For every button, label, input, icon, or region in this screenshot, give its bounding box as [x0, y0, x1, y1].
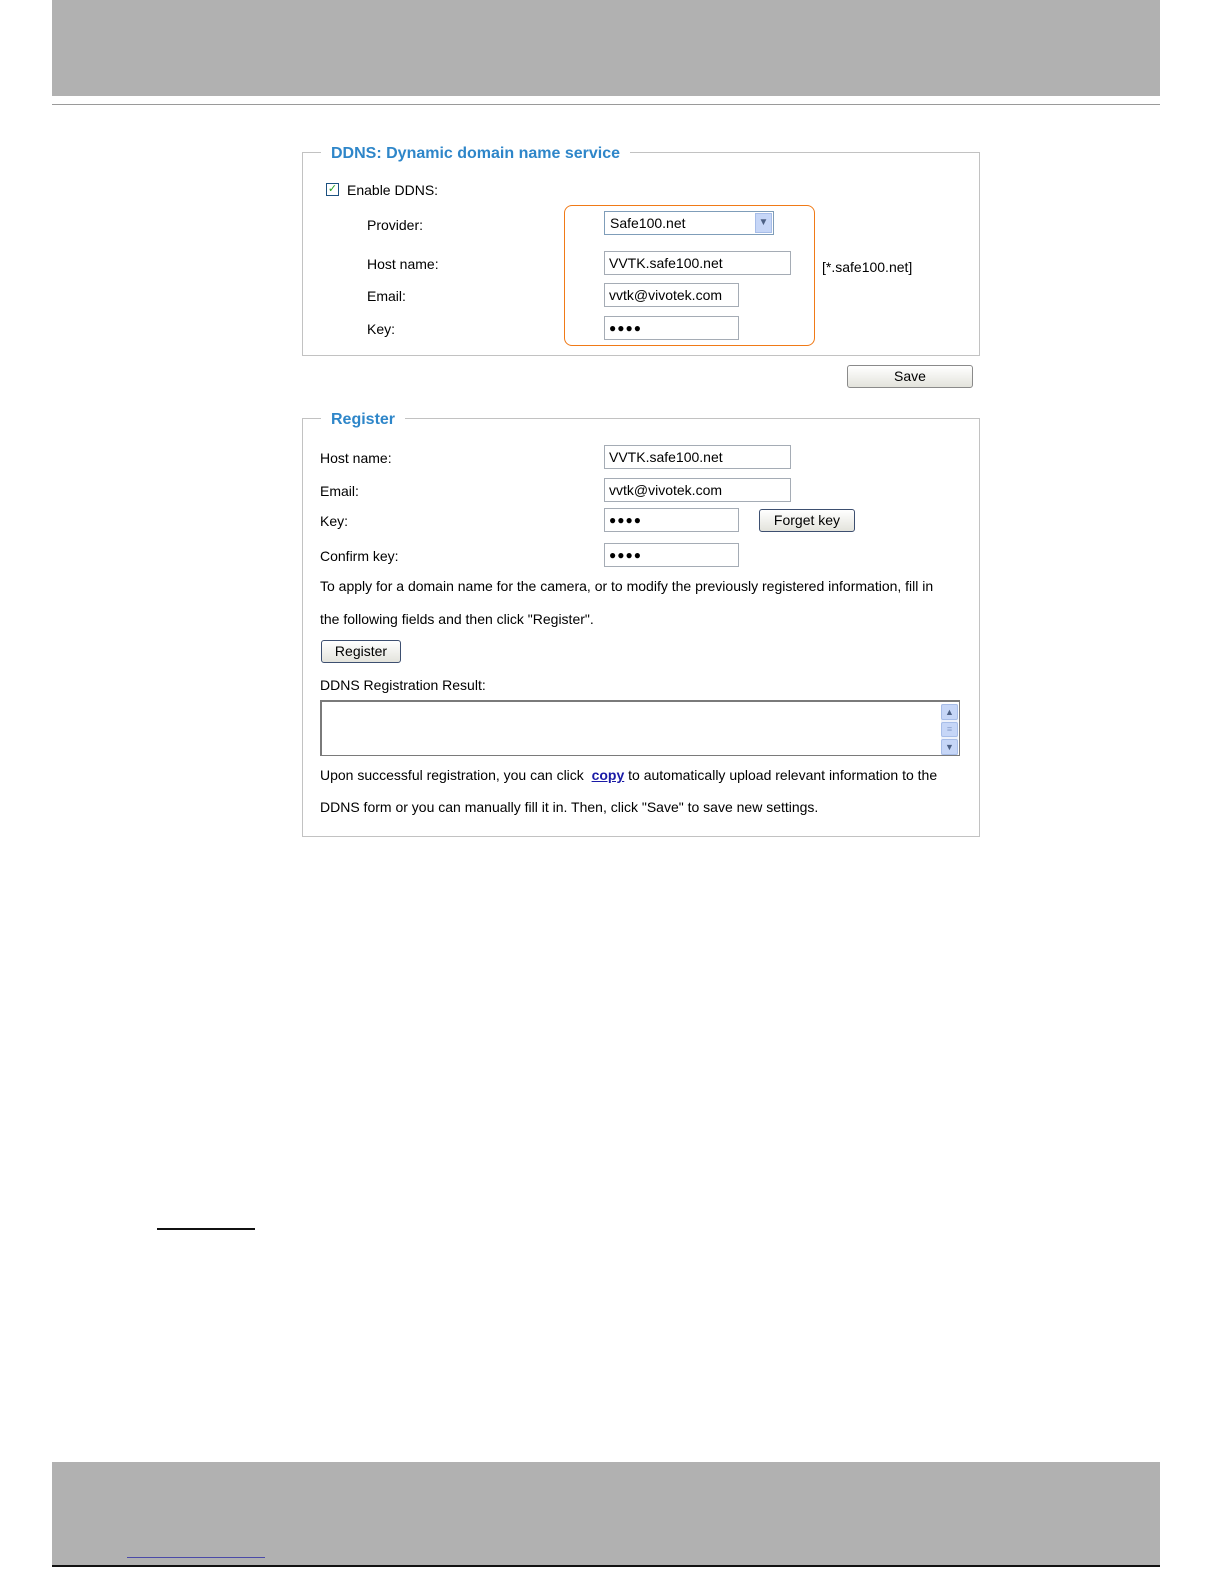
confirm-key-label: Confirm key: — [320, 548, 399, 564]
host-name-hint: [*.safe100.net] — [822, 259, 913, 275]
register-key-label: Key: — [320, 513, 349, 529]
register-email-field[interactable]: vvtk@vivotek.com — [604, 478, 791, 502]
footer-prefix: Upon successful registration, you can cl… — [320, 767, 584, 783]
chevron-up-icon[interactable]: ▲ — [941, 704, 958, 720]
page-header-band — [52, 0, 1160, 96]
copy-link[interactable]: copy — [592, 767, 625, 783]
host-name-label: Host name: — [367, 256, 439, 272]
registration-result-textarea[interactable]: ▲ ≡ ▼ — [320, 700, 960, 756]
page-bottom-rule — [52, 1565, 1160, 1567]
register-button[interactable]: Register — [321, 640, 401, 663]
forget-key-button[interactable]: Forget key — [759, 509, 855, 532]
confirm-key-field[interactable]: ●●●● — [604, 543, 739, 567]
enable-ddns-checkbox[interactable]: ✓ — [326, 183, 339, 196]
note-heading-underline — [157, 1228, 255, 1230]
ddns-legend: DDNS: Dynamic domain name service — [321, 145, 630, 163]
key-label: Key: — [367, 321, 396, 337]
register-key-field[interactable]: ●●●● — [604, 508, 739, 532]
enable-ddns-label: Enable DDNS: — [347, 182, 439, 198]
registration-footer-line1: Upon successful registration, you can cl… — [320, 767, 937, 783]
chevron-down-icon[interactable]: ▼ — [941, 739, 958, 755]
checkmark-icon: ✓ — [327, 183, 338, 195]
register-instructions-line1: To apply for a domain name for the camer… — [320, 578, 934, 594]
footer-link-underline — [127, 1557, 265, 1558]
register-host-name-field[interactable]: VVTK.safe100.net — [604, 445, 791, 469]
registration-footer-line2: DDNS form or you can manually fill it in… — [320, 799, 819, 815]
email-label: Email: — [367, 288, 406, 304]
register-instructions-line2: the following fields and then click "Reg… — [320, 611, 594, 627]
provider-label: Provider: — [367, 217, 424, 233]
header-divider — [52, 104, 1160, 105]
save-button[interactable]: Save — [847, 365, 973, 388]
registration-result-label: DDNS Registration Result: — [320, 677, 486, 693]
register-host-name-label: Host name: — [320, 450, 392, 466]
scroll-thumb[interactable]: ≡ — [941, 722, 958, 737]
register-email-label: Email: — [320, 483, 359, 499]
register-legend: Register — [321, 411, 406, 429]
page-footer-band — [52, 1462, 1160, 1565]
result-scrollbar[interactable]: ▲ ≡ ▼ — [941, 704, 958, 755]
footer-suffix: to automatically upload relevant informa… — [628, 767, 938, 783]
highlight-annotation — [564, 205, 815, 346]
